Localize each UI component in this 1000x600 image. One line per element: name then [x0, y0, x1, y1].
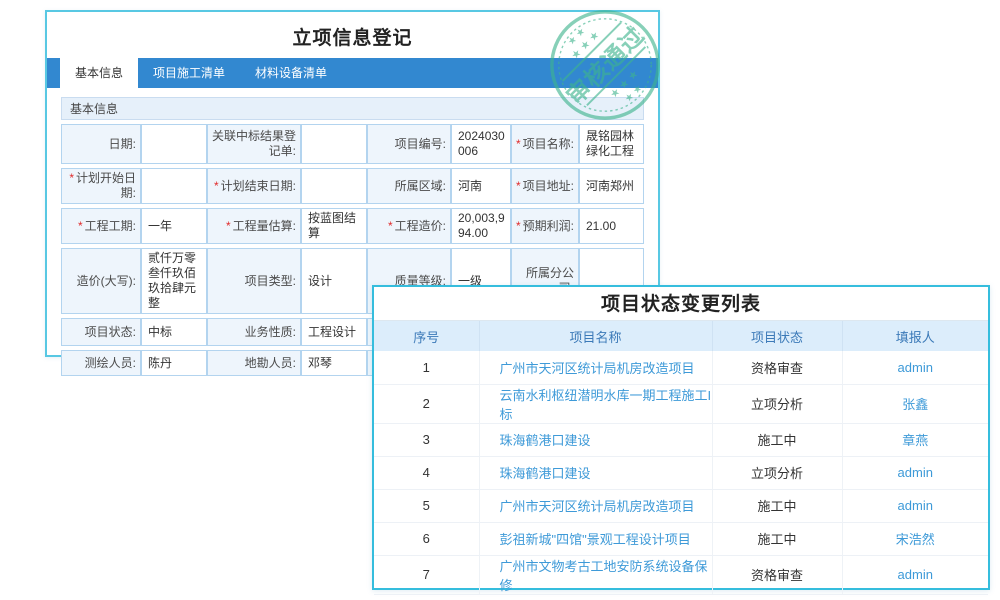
project-name-link[interactable]: 广州市天河区统计局机房改造项目 — [500, 361, 695, 376]
page: 立项信息登记 基本信息 项目施工清单 材料设备清单 基本信息 日期: 关联中标结… — [0, 0, 1000, 600]
field-label-project-no: 项目编号: — [367, 124, 451, 164]
table-row: 2 云南水利枢纽潜明水库一期工程施工I标 立项分析 张鑫 — [374, 384, 988, 423]
field-label-linked-bid-result: 关联中标结果登记单: — [207, 124, 301, 164]
tab-bar: 基本信息 项目施工清单 材料设备清单 — [47, 58, 658, 88]
project-name-link[interactable]: 珠海鹤港口建设 — [500, 466, 591, 481]
form-row: *工程工期: 一年 *工程量估算: 按蓝图结算 *工程造价: 20,003,99… — [61, 208, 644, 244]
field-label-quantity-estimate: *工程量估算: — [207, 208, 301, 244]
field-label-plan-end-date: *计划结束日期: — [207, 168, 301, 204]
field-label-project-type: 项目类型: — [207, 248, 301, 314]
project-status: 立项分析 — [712, 456, 842, 489]
form-row: 日期: 关联中标结果登记单: 项目编号: 2024030006 *项目名称: 晟… — [61, 124, 644, 164]
tab-material-equipment-list[interactable]: 材料设备清单 — [240, 58, 342, 88]
field-value-surveyor: 陈丹 — [141, 350, 207, 376]
table-row: 1 广州市天河区统计局机房改造项目 资格审查 admin — [374, 351, 988, 384]
field-value-project-address: 河南郑州 — [579, 168, 644, 204]
field-label-region: 所属区域: — [367, 168, 451, 204]
field-value-project-name: 晟铭园林绿化工程 — [579, 124, 644, 164]
required-asterisk: * — [69, 171, 74, 185]
project-status: 施工中 — [712, 423, 842, 456]
row-index: 7 — [374, 555, 479, 594]
column-header-reporter: 填报人 — [842, 321, 988, 351]
field-value-region: 河南 — [451, 168, 511, 204]
required-asterisk: * — [78, 219, 83, 233]
field-label-business-nature: 业务性质: — [207, 318, 301, 346]
reporter-link[interactable]: 章燕 — [902, 433, 928, 448]
field-label-expected-profit: *预期利润: — [511, 208, 579, 244]
field-label-project-name: *项目名称: — [511, 124, 579, 164]
field-label-project-cost: *工程造价: — [367, 208, 451, 244]
field-value-cost-in-words: 贰仟万零叁仟玖佰玖拾肆元整 — [141, 248, 207, 314]
list-title: 项目状态变更列表 — [374, 287, 988, 321]
column-header-project-status: 项目状态 — [712, 321, 842, 351]
reporter-link[interactable]: 宋浩然 — [896, 532, 935, 547]
tab-basic-info[interactable]: 基本信息 — [60, 58, 138, 88]
row-index: 5 — [374, 489, 479, 522]
field-value-geotechnical-staff: 邓琴 — [301, 350, 367, 376]
reporter-link[interactable]: 张鑫 — [902, 397, 928, 412]
section-header-basic-info: 基本信息 — [61, 97, 644, 120]
required-asterisk: * — [516, 179, 521, 193]
field-value-expected-profit: 21.00 — [579, 208, 644, 244]
status-change-list-panel: 项目状态变更列表 序号 项目名称 项目状态 填报人 1 广州市天河区统计局机房改… — [372, 285, 990, 590]
field-value-plan-end-date — [301, 168, 367, 204]
field-value-project-type: 设计 — [301, 248, 367, 314]
project-name-link[interactable]: 广州市天河区统计局机房改造项目 — [500, 499, 695, 514]
field-value-linked-bid-result — [301, 124, 367, 164]
tab-construction-list[interactable]: 项目施工清单 — [138, 58, 240, 88]
project-status: 资格审查 — [712, 351, 842, 384]
table-row: 5 广州市天河区统计局机房改造项目 施工中 admin — [374, 489, 988, 522]
field-value-business-nature: 工程设计 — [301, 318, 367, 346]
project-name-link[interactable]: 彭祖新城"四馆"景观工程设计项目 — [500, 532, 691, 547]
required-asterisk: * — [516, 219, 521, 233]
field-value-project-cost: 20,003,994.00 — [451, 208, 511, 244]
project-name-link[interactable]: 珠海鹤港口建设 — [500, 433, 591, 448]
project-status: 立项分析 — [712, 384, 842, 423]
field-label-project-duration: *工程工期: — [61, 208, 141, 244]
required-asterisk: * — [516, 137, 521, 151]
table-header-row: 序号 项目名称 项目状态 填报人 — [374, 321, 988, 351]
row-index: 6 — [374, 522, 479, 555]
row-index: 2 — [374, 384, 479, 423]
field-label-surveyor: 测绘人员: — [61, 350, 141, 376]
field-value-project-duration: 一年 — [141, 208, 207, 244]
column-header-project-name: 项目名称 — [479, 321, 712, 351]
field-value-plan-start-date — [141, 168, 207, 204]
field-label-plan-start-date: *计划开始日期: — [61, 168, 141, 204]
table-row: 3 珠海鹤港口建设 施工中 章燕 — [374, 423, 988, 456]
page-title: 立项信息登记 — [47, 12, 658, 58]
row-index: 3 — [374, 423, 479, 456]
required-asterisk: * — [214, 179, 219, 193]
required-asterisk: * — [226, 219, 231, 233]
project-status: 施工中 — [712, 489, 842, 522]
field-label-cost-in-words: 造价(大写): — [61, 248, 141, 314]
reporter-link[interactable]: admin — [898, 567, 933, 582]
field-value-date — [141, 124, 207, 164]
project-status: 资格审查 — [712, 555, 842, 594]
reporter-link[interactable]: admin — [898, 360, 933, 375]
reporter-link[interactable]: admin — [898, 498, 933, 513]
field-label-project-address: *项目地址: — [511, 168, 579, 204]
field-label-date: 日期: — [61, 124, 141, 164]
field-label-geotechnical-staff: 地勘人员: — [207, 350, 301, 376]
table-row: 6 彭祖新城"四馆"景观工程设计项目 施工中 宋浩然 — [374, 522, 988, 555]
row-index: 4 — [374, 456, 479, 489]
project-status: 施工中 — [712, 522, 842, 555]
field-value-quantity-estimate: 按蓝图结算 — [301, 208, 367, 244]
project-name-link[interactable]: 云南水利枢纽潜明水库一期工程施工I标 — [500, 388, 712, 422]
row-index: 1 — [374, 351, 479, 384]
column-header-index: 序号 — [374, 321, 479, 351]
field-value-project-status: 中标 — [141, 318, 207, 346]
table-row: 4 珠海鹤港口建设 立项分析 admin — [374, 456, 988, 489]
required-asterisk: * — [388, 219, 393, 233]
table-row: 7 广州市文物考古工地安防系统设备保修 资格审查 admin — [374, 555, 988, 594]
form-row: *计划开始日期: *计划结束日期: 所属区域: 河南 *项目地址: 河南郑州 — [61, 168, 644, 204]
field-label-project-status: 项目状态: — [61, 318, 141, 346]
status-change-table: 序号 项目名称 项目状态 填报人 1 广州市天河区统计局机房改造项目 资格审查 … — [374, 321, 988, 595]
project-name-link[interactable]: 广州市文物考古工地安防系统设备保修 — [500, 559, 708, 593]
reporter-link[interactable]: admin — [898, 465, 933, 480]
field-value-project-no: 2024030006 — [451, 124, 511, 164]
